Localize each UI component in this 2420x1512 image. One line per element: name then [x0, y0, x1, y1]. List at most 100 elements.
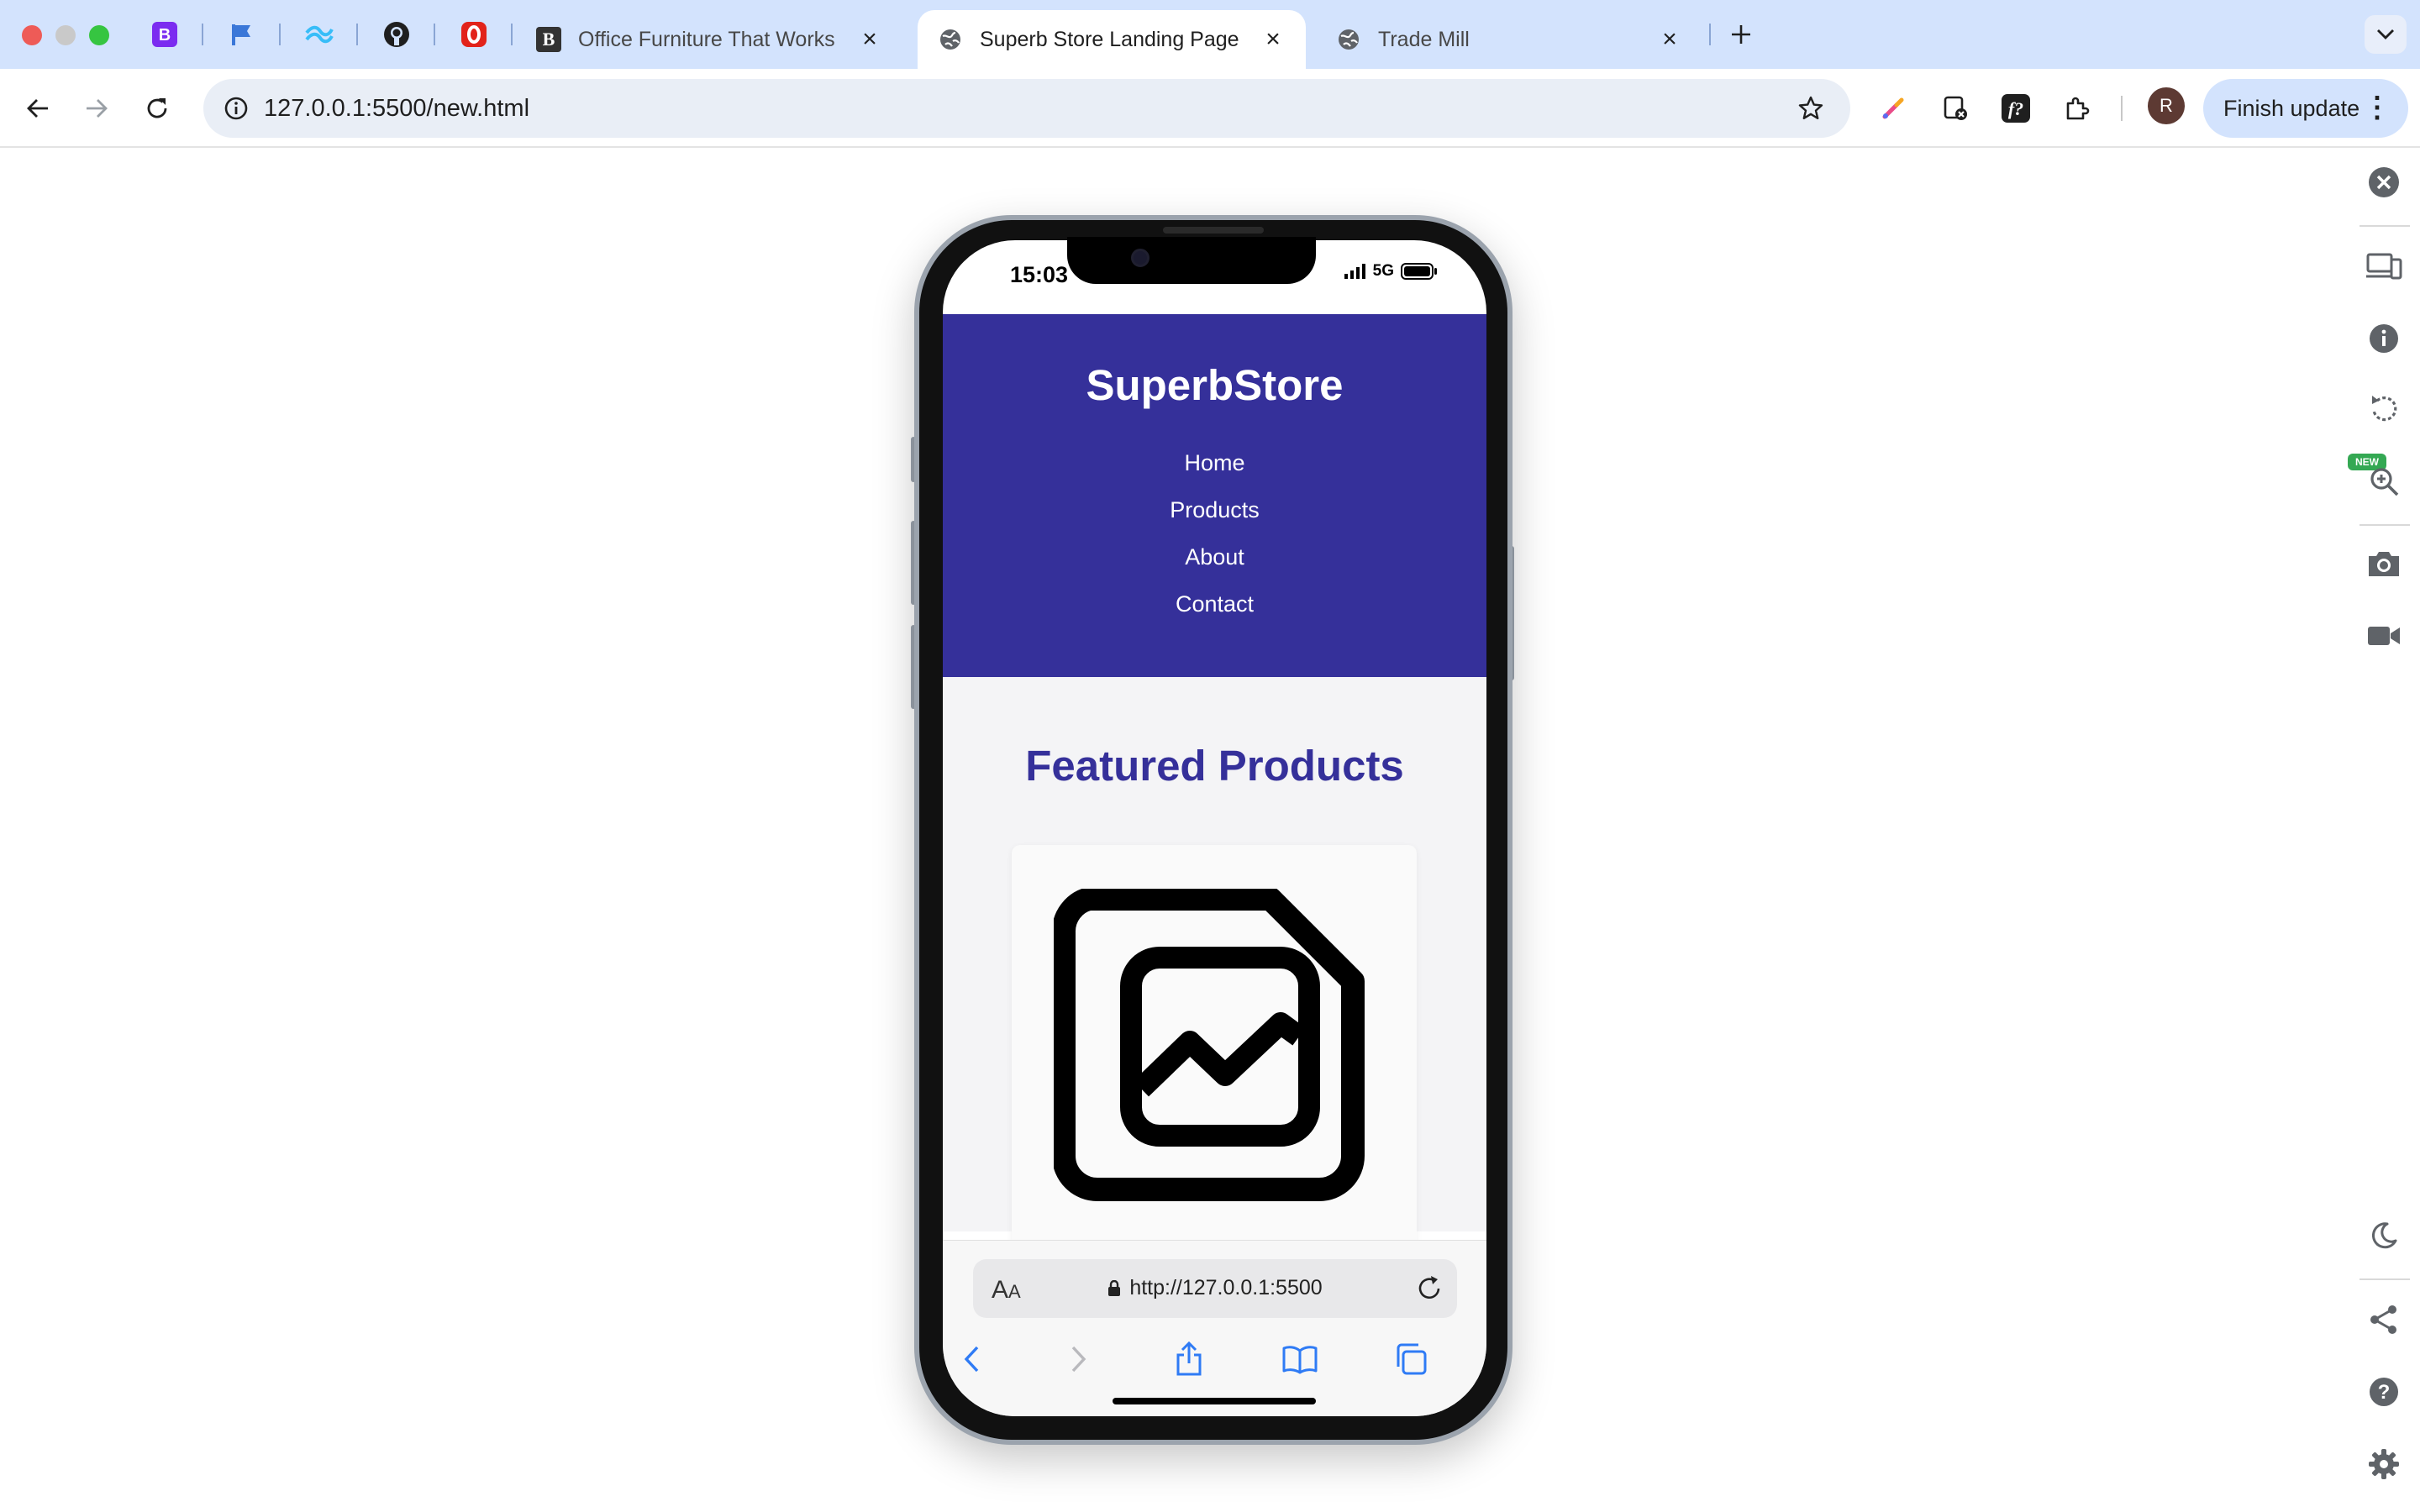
nav-link-about[interactable]: About — [943, 544, 1486, 570]
nav-link-home[interactable]: Home — [943, 450, 1486, 476]
safari-address-bar[interactable]: AA http://127.0.0.1:5500 — [973, 1259, 1457, 1318]
reload-icon[interactable] — [1413, 1273, 1445, 1305]
plus-icon — [1732, 25, 1750, 44]
close-tab-icon[interactable]: × — [857, 25, 882, 54]
cookie-blocker-extension-icon[interactable] — [1934, 87, 1976, 129]
share-icon[interactable] — [2363, 1299, 2405, 1341]
browser-toolbar: 127.0.0.1:5500/new.html f? R Finish upda… — [0, 69, 2420, 148]
svg-text:f?: f? — [2008, 98, 2023, 119]
back-button[interactable] — [17, 87, 59, 129]
safari-forward-button[interactable] — [1059, 1340, 1097, 1378]
site-header: SuperbStore Home Products About Contact — [943, 314, 1486, 677]
safari-bookmarks-button[interactable] — [1281, 1340, 1319, 1378]
finish-update-button[interactable]: Finish update ⋮ — [2203, 79, 2408, 138]
close-tab-icon[interactable]: × — [1260, 25, 1286, 54]
reload-icon — [147, 98, 167, 118]
close-window-button[interactable] — [22, 25, 42, 45]
phone-notch — [1067, 237, 1316, 284]
svg-text:B: B — [543, 29, 555, 50]
safari-tabs-button[interactable] — [1392, 1340, 1430, 1378]
flag-tab-icon — [232, 24, 250, 45]
maximize-window-button[interactable] — [89, 25, 109, 45]
tab-superb-store[interactable]: Superb Store Landing Page × — [918, 10, 1306, 69]
status-indicators: 5G — [1344, 262, 1438, 281]
tab-separator — [202, 24, 203, 45]
settings-icon[interactable] — [2363, 1443, 2405, 1485]
more-menu-icon[interactable]: ⋮ — [2363, 91, 2391, 124]
chevron-left-icon — [964, 1346, 979, 1373]
address-bar[interactable]: 127.0.0.1:5500/new.html — [203, 79, 1850, 138]
side-panel-divider — [2360, 1278, 2410, 1280]
product-card[interactable] — [1012, 845, 1417, 1248]
tab-separator — [356, 24, 358, 45]
tab-separator — [1709, 24, 1711, 45]
address-text[interactable]: 127.0.0.1:5500/new.html — [264, 79, 529, 138]
pinned-tab-tailwind[interactable] — [299, 17, 339, 52]
globe-icon — [1336, 27, 1361, 52]
minimize-window-button[interactable] — [55, 25, 76, 45]
rotate-icon[interactable] — [2363, 388, 2405, 430]
svg-text:B: B — [159, 26, 171, 45]
safari-url-text: http://127.0.0.1:5500 — [1129, 1276, 1323, 1299]
image-placeholder-icon — [1054, 889, 1365, 1201]
bootstrap-tab-icon: B — [152, 22, 177, 47]
pinned-tab-flag[interactable] — [222, 17, 262, 52]
bookmark-star-icon[interactable] — [1791, 89, 1830, 128]
color-picker-extension-icon[interactable] — [1872, 87, 1914, 129]
tab-office-furniture[interactable]: B Office Furniture That Works | × — [516, 10, 902, 69]
lock-icon — [1108, 1280, 1121, 1297]
side-panel-divider — [2360, 524, 2410, 526]
devices-icon[interactable] — [2363, 245, 2405, 287]
arrow-right-icon — [87, 99, 108, 118]
svg-text:?: ? — [2378, 1381, 2391, 1404]
chevron-right-icon — [1071, 1346, 1086, 1373]
new-tab-button[interactable] — [1721, 17, 1761, 52]
fonts-extension-icon[interactable]: f? — [1995, 87, 2037, 129]
tab-search-button[interactable] — [2365, 15, 2407, 54]
network-type: 5G — [1372, 262, 1394, 280]
share-icon — [1176, 1341, 1202, 1376]
tab-strip: B B Office Furniture That Works | × Supe… — [0, 0, 2420, 69]
help-icon[interactable]: ? — [2363, 1371, 2405, 1413]
github-tab-icon — [384, 22, 409, 47]
pinned-tab-github[interactable] — [376, 17, 417, 52]
profile-avatar[interactable]: R — [2148, 87, 2185, 124]
nav-link-contact[interactable]: Contact — [943, 591, 1486, 617]
safari-url[interactable]: http://127.0.0.1:5500 — [973, 1276, 1457, 1300]
tab-separator — [511, 24, 513, 45]
safari-toolbar: AA http://127.0.0.1:5500 — [943, 1240, 1486, 1416]
safari-share-button[interactable] — [1170, 1340, 1208, 1378]
zoom-icon[interactable] — [2363, 460, 2405, 502]
nav-link-products[interactable]: Products — [943, 497, 1486, 523]
tab-separator — [434, 24, 435, 45]
tab-trade-mill[interactable]: Trade Mill × — [1316, 10, 1702, 69]
phone-speaker — [1163, 227, 1264, 234]
safari-back-button[interactable] — [953, 1340, 992, 1378]
opera-tab-icon — [461, 22, 487, 47]
side-panel-divider — [2360, 225, 2410, 227]
close-tab-icon[interactable]: × — [1657, 25, 1682, 54]
tailwind-tab-icon — [305, 25, 334, 44]
video-icon[interactable] — [2363, 615, 2405, 657]
site-brand[interactable]: SuperbStore — [943, 360, 1486, 410]
pinned-tab-opera[interactable] — [454, 17, 494, 52]
signal-bars-icon — [1344, 264, 1365, 279]
home-indicator — [1113, 1398, 1316, 1404]
section-title: Featured Products — [1025, 742, 1404, 790]
reload-button[interactable] — [136, 87, 178, 129]
close-icon[interactable] — [2363, 161, 2405, 203]
chevron-down-icon — [2377, 29, 2394, 39]
camera-icon[interactable] — [2363, 543, 2405, 585]
puzzle-extensions-icon[interactable] — [2055, 87, 2097, 129]
info-icon[interactable] — [2363, 318, 2405, 360]
site-info-icon[interactable] — [215, 87, 257, 129]
forward-button[interactable] — [76, 87, 118, 129]
globe-icon — [938, 27, 963, 52]
tab-title: Office Furniture That Works | — [578, 27, 842, 51]
featured-section: Featured Products — [943, 677, 1486, 1248]
moon-icon[interactable] — [2363, 1215, 2405, 1257]
phone-screen: 15:03 5G SuperbStore Home Products About… — [943, 240, 1486, 1416]
pinned-tab-bootstrap[interactable]: B — [145, 17, 185, 52]
book-icon — [1282, 1346, 1318, 1374]
front-camera — [1131, 249, 1150, 267]
